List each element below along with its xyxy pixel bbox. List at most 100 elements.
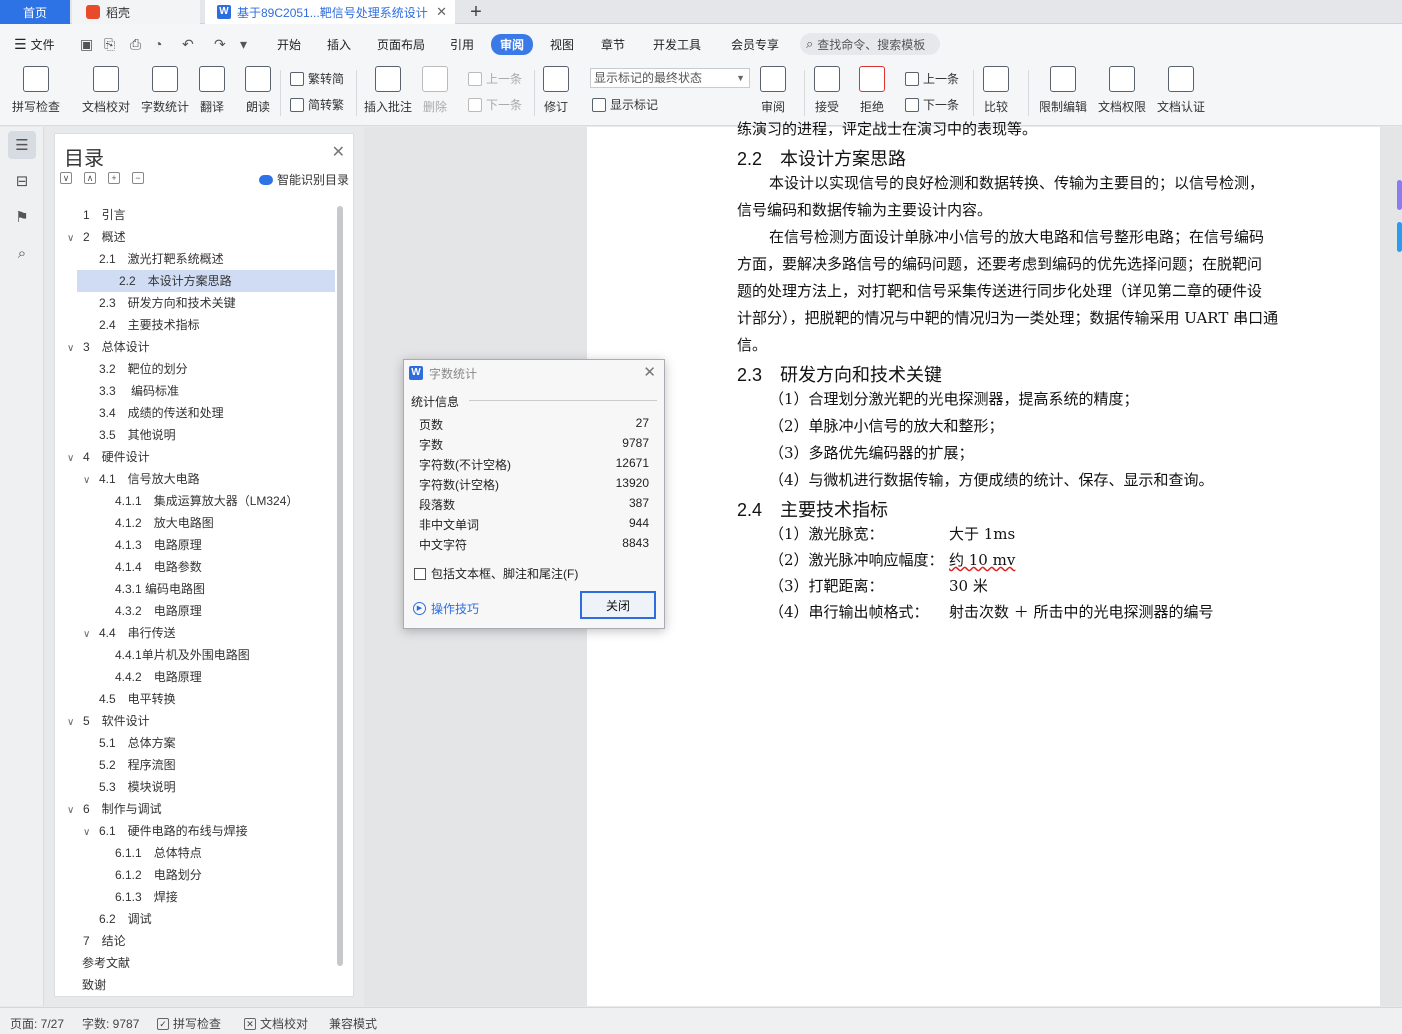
- toc-item[interactable]: ∨ 4.1 信号放大电路: [83, 468, 200, 490]
- toc-item[interactable]: 4.1.1 集成运算放大器（LM324）: [99, 490, 298, 512]
- chevron-down-icon[interactable]: ∨: [67, 338, 79, 360]
- delete-comment-button[interactable]: 删除: [422, 66, 448, 115]
- tab-home[interactable]: 首页: [0, 0, 70, 24]
- collapse-all-icon[interactable]: ∨: [60, 172, 72, 184]
- preview-icon[interactable]: ◔: [154, 36, 162, 52]
- review-pane-button[interactable]: 审阅: [760, 66, 786, 115]
- toc-item[interactable]: 4.3.2 电路原理: [99, 600, 202, 622]
- show-markup-button[interactable]: 显示标记: [592, 96, 658, 113]
- menu-references[interactable]: 引用: [450, 36, 474, 53]
- next-comment-button[interactable]: 下一条: [468, 96, 522, 113]
- close-icon[interactable]: ✕: [643, 363, 656, 381]
- toc-item[interactable]: 2.3 研发方向和技术关键: [83, 292, 236, 314]
- reject-button[interactable]: 拒绝: [859, 66, 885, 115]
- read-aloud-button[interactable]: 朗读: [245, 66, 271, 115]
- toc-item[interactable]: ∨ 5 软件设计: [67, 710, 150, 732]
- toc-item[interactable]: 3.3 编码标准: [83, 380, 179, 402]
- toc-item[interactable]: ∨ 3 总体设计: [67, 336, 150, 358]
- revise-button[interactable]: 修订: [543, 66, 569, 115]
- command-search[interactable]: ⌕ 查找命令、搜索模板: [800, 33, 940, 55]
- side-tool-panel[interactable]: [1397, 222, 1402, 252]
- chevron-down-icon[interactable]: ∨: [67, 448, 79, 470]
- menu-insert[interactable]: 插入: [327, 36, 351, 53]
- chevron-down-icon[interactable]: ∨: [83, 822, 95, 844]
- restrict-edit-button[interactable]: 限制编辑: [1039, 66, 1087, 115]
- markup-state-select[interactable]: 显示标记的最终状态 ▼: [590, 68, 750, 88]
- menu-page-layout[interactable]: 页面布局: [377, 36, 425, 53]
- prev-change-button[interactable]: 上一条: [905, 70, 959, 87]
- toc-item[interactable]: 2.2 本设计方案思路: [77, 270, 335, 292]
- redo-icon[interactable]: ↷: [214, 36, 226, 53]
- toc-item[interactable]: 6.1.2 电路划分: [99, 864, 202, 886]
- toc-item[interactable]: 5.1 总体方案: [83, 732, 176, 754]
- toc-item[interactable]: ∨ 6.1 硬件电路的布线与焊接: [83, 820, 248, 842]
- spellcheck-button[interactable]: 拼写检查: [12, 66, 60, 115]
- word-count-indicator[interactable]: 字数: 9787: [82, 1015, 139, 1032]
- toc-item[interactable]: 4.1.2 放大电路图: [99, 512, 214, 534]
- search-icon[interactable]: ⌕: [8, 239, 36, 267]
- menu-file[interactable]: ☰ 文件: [14, 36, 55, 53]
- compare-button[interactable]: 比较: [983, 66, 1009, 115]
- insert-comment-button[interactable]: 插入批注: [364, 66, 412, 115]
- toc-item[interactable]: 5.3 模块说明: [83, 776, 176, 798]
- remove-heading-icon[interactable]: −: [132, 172, 144, 184]
- chevron-down-icon[interactable]: ∨: [67, 712, 79, 734]
- toc-item[interactable]: 4.4.1单片机及外围电路图: [99, 644, 250, 666]
- side-tool-ai[interactable]: [1397, 180, 1402, 210]
- chevron-down-icon[interactable]: ∨: [67, 228, 79, 250]
- proof-status[interactable]: ✕ 文档校对: [244, 1015, 308, 1032]
- toc-item[interactable]: 4.1.3 电路原理: [99, 534, 202, 556]
- undo-icon[interactable]: ↶: [182, 36, 194, 53]
- dialog-close-button[interactable]: 关闭: [580, 591, 656, 619]
- doc-auth-button[interactable]: 文档认证: [1157, 66, 1205, 115]
- toc-item[interactable]: 5.2 程序流图: [83, 754, 176, 776]
- print-icon[interactable]: ⎙: [130, 36, 141, 53]
- new-tab-button[interactable]: +: [462, 0, 490, 24]
- simp-to-trad-button[interactable]: 简转繁: [290, 96, 344, 113]
- toc-item[interactable]: ∨ 2 概述: [67, 226, 126, 248]
- menu-dev-tools[interactable]: 开发工具: [653, 36, 701, 53]
- more-icon[interactable]: ▾: [240, 36, 247, 53]
- toc-item[interactable]: 2.4 主要技术指标: [83, 314, 200, 336]
- toc-item[interactable]: 4.3.1 编码电路图: [99, 578, 205, 600]
- toc-item[interactable]: ∨ 6 制作与调试: [67, 798, 162, 820]
- menu-member[interactable]: 会员专享: [731, 36, 779, 53]
- trad-to-simp-button[interactable]: 繁转简: [290, 70, 344, 87]
- toc-item[interactable]: 2.1 激光打靶系统概述: [83, 248, 224, 270]
- toc-item[interactable]: 致谢: [82, 974, 106, 996]
- toc-item[interactable]: 6.2 调试: [83, 908, 152, 930]
- tab-docer[interactable]: 稻壳: [72, 0, 200, 24]
- add-heading-icon[interactable]: +: [108, 172, 120, 184]
- chevron-down-icon[interactable]: ∨: [67, 800, 79, 822]
- spellcheck-status[interactable]: ✓ 拼写检查: [157, 1015, 221, 1032]
- toc-item[interactable]: 4.4.2 电路原理: [99, 666, 202, 688]
- prev-comment-button[interactable]: 上一条: [468, 70, 522, 87]
- accept-button[interactable]: 接受: [814, 66, 840, 115]
- export-icon[interactable]: ⎘: [104, 36, 115, 53]
- smart-toc-button[interactable]: 智能识别目录: [258, 171, 349, 188]
- menu-chapter[interactable]: 章节: [601, 36, 625, 53]
- menu-start[interactable]: 开始: [277, 36, 301, 53]
- toc-item[interactable]: 1 引言: [67, 204, 126, 226]
- toc-item[interactable]: 3.2 靶位的划分: [83, 358, 188, 380]
- menu-review[interactable]: 审阅: [491, 34, 534, 55]
- doc-proof-button[interactable]: 文档校对: [82, 66, 130, 115]
- bookmark-icon[interactable]: ⚑: [8, 203, 36, 231]
- toc-item[interactable]: 6.1.3 焊接: [99, 886, 178, 908]
- chevron-down-icon[interactable]: ∨: [83, 624, 95, 646]
- toc-icon[interactable]: ☰: [8, 131, 36, 159]
- chevron-down-icon[interactable]: ∨: [83, 470, 95, 492]
- toc-item[interactable]: 3.5 其他说明: [83, 424, 176, 446]
- translate-button[interactable]: 翻译: [199, 66, 225, 115]
- toc-item[interactable]: 6.1.1 总体特点: [99, 842, 202, 864]
- next-change-button[interactable]: 下一条: [905, 96, 959, 113]
- tab-close-icon[interactable]: ✕: [436, 4, 447, 20]
- outline-icon[interactable]: ⊟: [8, 167, 36, 195]
- toc-item[interactable]: ∨ 4 硬件设计: [67, 446, 150, 468]
- toc-item[interactable]: ∨ 4.4 串行传送: [83, 622, 176, 644]
- toc-item[interactable]: 4.1.4 电路参数: [99, 556, 202, 578]
- word-count-button[interactable]: 字数统计: [141, 66, 189, 115]
- close-icon[interactable]: ✕: [332, 142, 345, 162]
- toc-item[interactable]: 4.5 电平转换: [83, 688, 176, 710]
- tab-document[interactable]: W 基于89C2051...靶信号处理系统设计 ✕: [205, 0, 455, 24]
